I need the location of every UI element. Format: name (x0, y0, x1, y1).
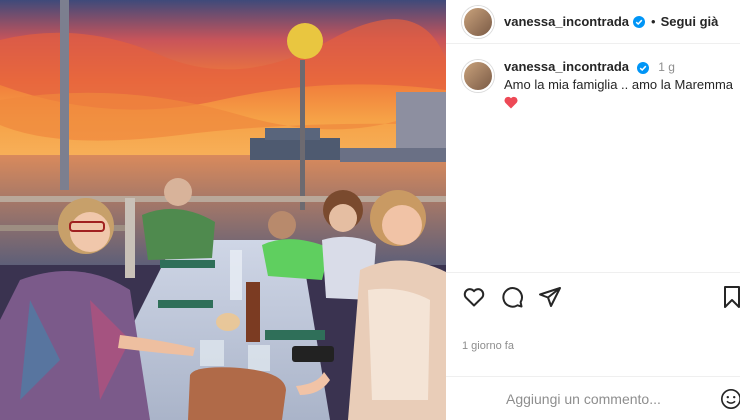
family-dinner-photo (0, 0, 446, 420)
bookmark-icon[interactable] (720, 285, 740, 309)
comment-bar (446, 376, 740, 420)
like-heart-icon[interactable] (462, 285, 486, 309)
share-icon[interactable] (538, 285, 562, 309)
heart-emoji-icon (504, 96, 518, 109)
avatar[interactable] (462, 5, 494, 38)
post-side-panel: vanessa_incontrada • Segui già vanessa_i… (446, 0, 740, 420)
follow-button[interactable]: Segui già (661, 14, 719, 29)
post-date: 1 giorno fa (462, 340, 514, 352)
action-bar (446, 272, 740, 320)
emoji-icon[interactable] (720, 388, 740, 410)
post-photo[interactable] (0, 0, 446, 420)
verified-badge-icon (633, 15, 646, 28)
header-username[interactable]: vanessa_incontrada (504, 14, 629, 29)
caption-username[interactable]: vanessa_incontrada (504, 59, 629, 74)
comment-input[interactable] (506, 390, 706, 407)
caption-avatar[interactable] (462, 60, 494, 92)
header-separator: • (651, 14, 656, 29)
comment-icon[interactable] (500, 285, 524, 309)
post-header: vanessa_incontrada • Segui già (446, 0, 740, 44)
caption-body: vanessa_incontrada 1 g Amo la mia famigl… (504, 58, 733, 109)
caption-age[interactable]: 1 g (658, 60, 675, 74)
caption: vanessa_incontrada 1 g Amo la mia famigl… (462, 58, 733, 109)
caption-text: Amo la mia famiglia .. amo la Maremma (504, 77, 734, 92)
caption-verified-badge-icon (636, 61, 649, 74)
